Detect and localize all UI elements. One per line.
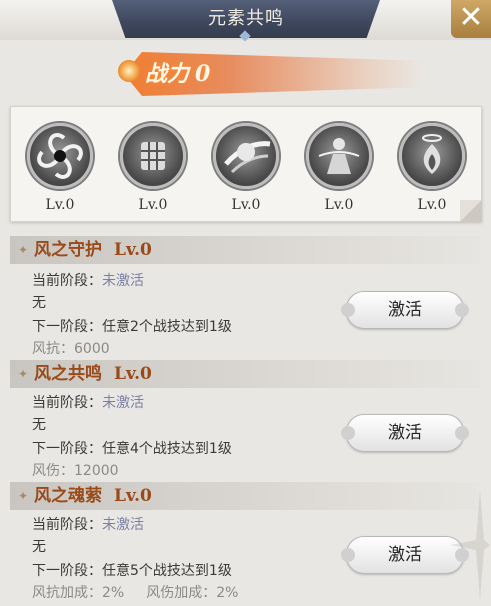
- star-icon: ✦: [18, 489, 29, 503]
- stat-bonus: 风抗加成：2% 风伤加成：2%: [32, 585, 239, 601]
- star-icon: ✦: [18, 243, 29, 257]
- button-cap-right: [455, 426, 469, 440]
- element-slot-1[interactable]: Lv.0: [20, 123, 100, 213]
- resonance-section-3: ✦ 风之魂萦 Lv.0 当前阶段：未激活 无 下一阶段：任意5个战技达到1级 风抗…: [10, 482, 480, 604]
- activate-label: 激活: [388, 423, 422, 443]
- activate-label: 激活: [388, 300, 422, 320]
- section-header: ✦ 风之共鸣 Lv.0: [10, 360, 480, 388]
- next-stage: 下一阶段：任意2个战技达到1级: [32, 319, 232, 335]
- power-label: 战力: [145, 61, 190, 87]
- next-stage: 下一阶段：任意4个战技达到1级: [32, 441, 232, 457]
- card-fold-ornament: [460, 200, 482, 222]
- element-slot-2[interactable]: Lv.0: [113, 123, 193, 213]
- power-value: 0: [195, 61, 211, 87]
- current-stage: 当前阶段：未激活: [32, 395, 144, 411]
- element-level: Lv.0: [138, 197, 168, 213]
- section-header: ✦ 风之魂萦 Lv.0: [10, 482, 480, 510]
- star-icon: ✦: [18, 367, 29, 381]
- element-slot-3[interactable]: Lv.0: [206, 123, 286, 213]
- activate-button[interactable]: 激活: [341, 414, 469, 452]
- activate-label: 激活: [388, 545, 422, 565]
- resonance-section-2: ✦ 风之共鸣 Lv.0 当前阶段：未激活 无 下一阶段：任意4个战技达到1级 风伤…: [10, 360, 480, 482]
- power-ornament-icon: [118, 60, 140, 82]
- current-effect: 无: [32, 539, 46, 555]
- wind-vortex-icon: [27, 123, 93, 189]
- corner-star-ornament: [440, 490, 490, 600]
- button-cap-left: [341, 303, 355, 317]
- current-stage: 当前阶段：未激活: [32, 273, 144, 289]
- section-header: ✦ 风之守护 Lv.0: [10, 236, 480, 264]
- resonance-section-1: ✦ 风之守护 Lv.0 当前阶段：未激活 无 下一阶段：任意2个战技达到1级 风抗…: [10, 236, 480, 358]
- current-effect: 无: [32, 417, 46, 433]
- current-effect: 无: [32, 295, 46, 311]
- element-level: Lv.0: [45, 197, 75, 213]
- current-stage: 当前阶段：未激活: [32, 517, 144, 533]
- activate-button[interactable]: 激活: [341, 291, 469, 329]
- element-icons-card: Lv.0 Lv.0 Lv.0 Lv.0 Lv.0: [10, 106, 482, 222]
- close-button[interactable]: ✕: [451, 0, 491, 38]
- stat-bonus: 风抗：6000: [32, 341, 110, 357]
- section-title: 风之守护 Lv.0: [34, 240, 152, 260]
- button-cap-left: [341, 426, 355, 440]
- button-cap-right: [455, 303, 469, 317]
- close-icon: ✕: [458, 0, 484, 35]
- slash-orb-icon: [213, 123, 279, 189]
- element-level: Lv.0: [324, 197, 354, 213]
- stat-bonus: 风伤：12000: [32, 463, 119, 479]
- section-title: 风之魂萦 Lv.0: [34, 486, 152, 506]
- element-level: Lv.0: [231, 197, 261, 213]
- soul-flame-icon: [399, 123, 465, 189]
- figure-orb-icon: [306, 123, 372, 189]
- cube-orb-icon: [120, 123, 186, 189]
- section-title: 风之共鸣 Lv.0: [34, 364, 152, 384]
- power-display: 战力 0: [145, 56, 210, 92]
- button-cap-left: [341, 548, 355, 562]
- element-slot-4[interactable]: Lv.0: [299, 123, 379, 213]
- next-stage: 下一阶段：任意5个战技达到1级: [32, 563, 232, 579]
